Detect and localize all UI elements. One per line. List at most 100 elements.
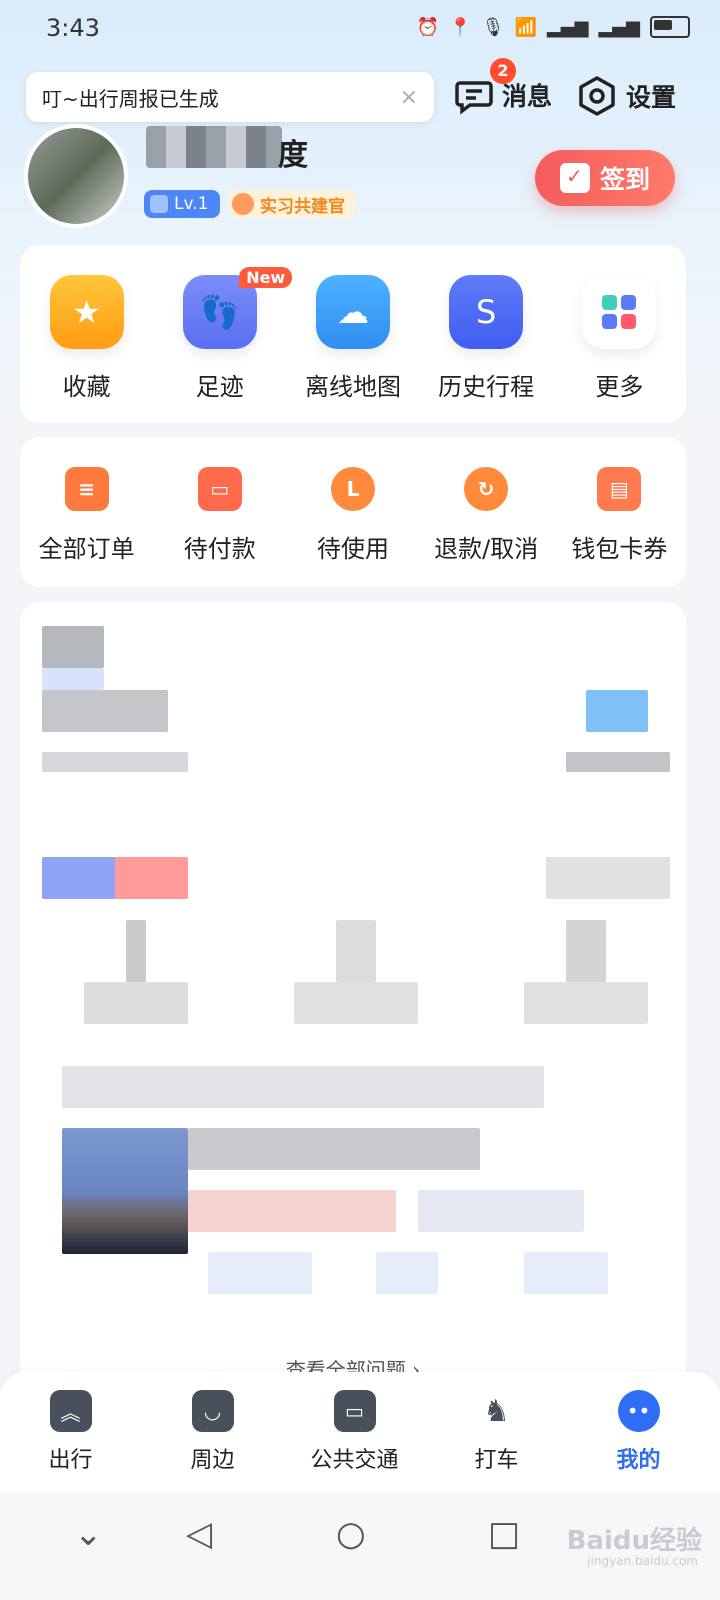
wifi-icon: 📶 — [514, 16, 537, 38]
location-icon: 📍 — [449, 16, 472, 38]
quick-actions-card: ★ 收藏 👣 New 足迹 ☁ 离线地图 S 历史行程 更多 — [20, 245, 686, 423]
mic-icon: 🎙 — [481, 16, 505, 38]
blurred-block — [524, 1252, 608, 1294]
level-label: Lv.1 — [174, 194, 209, 214]
4g-signal-icon: ▂▄▆ — [598, 16, 640, 38]
nav-label: 公共交通 — [310, 1448, 399, 1473]
quick-action-label: 离线地图 — [304, 373, 401, 401]
order-label: 钱包卡券 — [571, 535, 668, 563]
nav-label: 打车 — [474, 1448, 519, 1473]
order-refund-cancel[interactable]: ↻ 退款/取消 — [420, 467, 553, 564]
taxi-icon: ♞ — [483, 1393, 510, 1429]
card-icon: ▭ — [197, 467, 242, 511]
order-wallet-coupons[interactable]: ▤ 钱包卡券 — [553, 467, 686, 564]
blurred-block — [42, 690, 168, 732]
blurred-block — [566, 752, 670, 772]
star-icon: ★ — [49, 275, 124, 349]
refresh-icon: ↻ — [464, 467, 509, 511]
nearby-icon: ◡ — [191, 1390, 234, 1432]
blurred-block — [546, 857, 670, 899]
order-label: 待付款 — [183, 535, 256, 563]
system-navigation-bar: ⌄ ◁ ○ □ Baidu经验 jingyan.baidu.com — [0, 1492, 720, 1600]
blurred-block — [566, 920, 606, 982]
toast-text: 叮~出行周报已生成 — [42, 86, 219, 111]
blurred-block — [84, 982, 188, 1024]
status-bar: 3:43 ⏰ 📍 🎙 📶 ▂▄▆ ▂▄▆ — [0, 0, 720, 60]
nav-label: 我的 — [616, 1448, 661, 1473]
quick-action-more[interactable]: 更多 — [553, 275, 686, 402]
quick-action-favorites[interactable]: ★ 收藏 — [20, 275, 153, 402]
nav-item-transit[interactable]: ▭ 公共交通 — [284, 1372, 425, 1492]
settings-button[interactable]: 设置 — [576, 75, 676, 117]
sign-in-label: 签到 — [599, 165, 650, 194]
nav-label: 周边 — [190, 1448, 235, 1473]
blurred-block — [376, 1252, 438, 1294]
message-icon — [455, 81, 493, 115]
nav-item-taxi[interactable]: ♞ 打车 — [426, 1372, 567, 1492]
close-icon[interactable]: × — [400, 85, 418, 110]
4g-signal-icon: ▂▄▆ — [546, 16, 589, 38]
blurred-block — [188, 1190, 396, 1232]
nav-label: 出行 — [48, 1448, 93, 1473]
recents-icon[interactable]: □ — [488, 1514, 520, 1554]
blurred-block — [336, 920, 376, 982]
profile-icon: •• — [617, 1390, 660, 1432]
quick-action-footprint[interactable]: 👣 New 足迹 — [153, 267, 293, 402]
bottom-navigation: ︽ 出行 ◡ 周边 ▭ 公共交通 ♞ 打车 •• 我的 — [0, 1372, 720, 1492]
messages-label: 消息 — [502, 82, 553, 111]
blurred-block — [586, 690, 648, 732]
grid-icon — [582, 275, 657, 349]
blurred-block — [188, 1128, 480, 1170]
route-icon: S — [449, 275, 524, 349]
wallet-icon: ▤ — [597, 467, 642, 511]
nav-item-profile[interactable]: •• 我的 — [568, 1372, 709, 1492]
chevron-down-icon[interactable]: ⌄ — [74, 1514, 103, 1554]
clock-icon: L — [330, 467, 375, 511]
travel-icon: ︽ — [49, 1390, 92, 1432]
watermark-sub: jingyan.baidu.com — [587, 1554, 698, 1568]
quick-action-offline-map[interactable]: ☁ 离线地图 — [286, 275, 419, 402]
blurred-block — [42, 857, 188, 899]
orders-card: ≡ 全部订单 ▭ 待付款 L 待使用 ↻ 退款/取消 ▤ 钱包卡券 — [20, 437, 686, 587]
settings-label: 设置 — [626, 83, 677, 112]
nav-item-nearby[interactable]: ◡ 周边 — [142, 1372, 283, 1492]
quick-action-trip-history[interactable]: S 历史行程 — [420, 275, 553, 402]
order-all[interactable]: ≡ 全部订单 — [20, 467, 153, 564]
quick-action-label: 更多 — [595, 373, 644, 401]
crown-icon — [150, 195, 168, 213]
status-icons: ⏰ 📍 🎙 📶 ▂▄▆ ▂▄▆ — [417, 16, 690, 38]
contributor-badge[interactable]: 实习共建官 — [228, 190, 355, 218]
watermark: Baidu经验 — [566, 1526, 702, 1556]
avatar[interactable] — [24, 124, 128, 228]
blurred-block — [42, 668, 104, 690]
battery-icon — [650, 16, 690, 38]
quick-action-label: 足迹 — [195, 373, 244, 401]
blurred-block — [418, 1190, 584, 1232]
level-badge[interactable]: Lv.1 — [144, 190, 221, 218]
calendar-check-icon — [559, 163, 590, 193]
bus-icon: ▭ — [333, 1390, 376, 1432]
blurred-block — [42, 626, 104, 668]
new-badge: New — [239, 267, 293, 288]
fire-icon — [232, 193, 254, 215]
blurred-block — [208, 1252, 312, 1294]
order-pending-payment[interactable]: ▭ 待付款 — [153, 467, 286, 564]
blurred-block — [62, 1128, 188, 1254]
blurred-block — [524, 982, 648, 1024]
back-icon[interactable]: ◁ — [186, 1514, 212, 1554]
order-label: 全部订单 — [38, 535, 135, 563]
weekly-report-toast[interactable]: 叮~出行周报已生成 × — [26, 72, 434, 122]
username-blurred — [146, 126, 282, 168]
quick-action-label: 历史行程 — [438, 373, 535, 401]
messages-badge: 2 — [490, 58, 516, 84]
alarm-icon: ⏰ — [416, 16, 440, 38]
gear-icon — [579, 76, 615, 116]
nav-item-travel[interactable]: ︽ 出行 — [0, 1372, 141, 1492]
blurred-block — [294, 982, 418, 1024]
cloud-download-icon: ☁ — [315, 275, 390, 349]
sign-in-button[interactable]: 签到 — [535, 150, 675, 206]
order-to-use[interactable]: L 待使用 — [286, 467, 419, 564]
status-time: 3:43 — [46, 14, 100, 42]
home-icon[interactable]: ○ — [336, 1514, 366, 1554]
blurred-block — [62, 1066, 544, 1108]
